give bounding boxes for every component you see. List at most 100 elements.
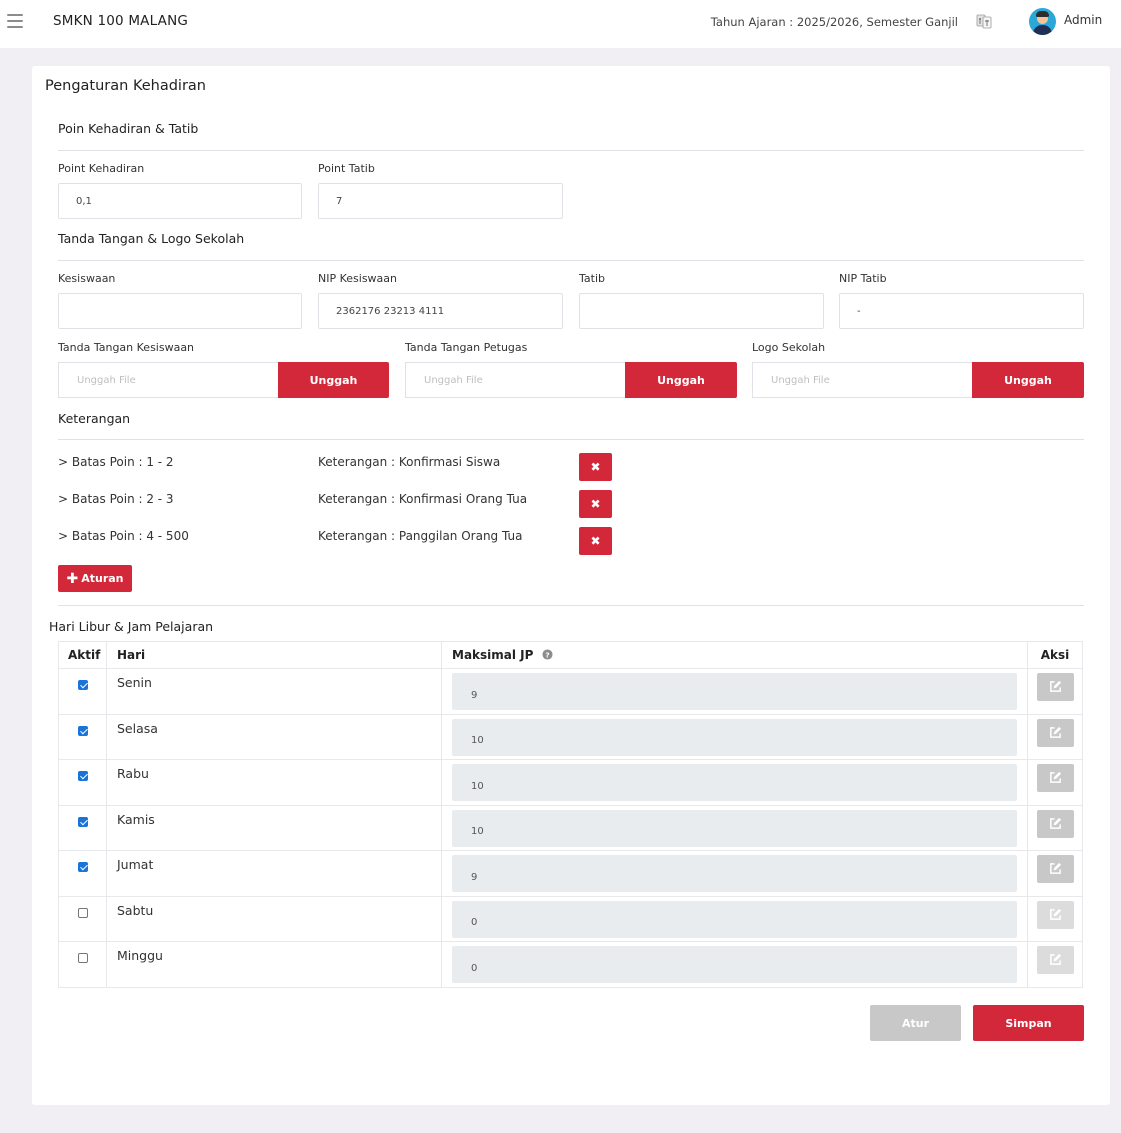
file-input[interactable]: Unggah File [405, 362, 625, 398]
maksimal-jp-input[interactable]: 10 [452, 809, 1017, 847]
maksimal-jp-input[interactable]: 9 [452, 673, 1017, 710]
rule-keterangan: Keterangan : Konfirmasi Orang Tua [318, 492, 528, 506]
aktif-checkbox[interactable] [77, 771, 88, 781]
delete-rule-button[interactable]: ✖ [579, 527, 612, 555]
edit-button[interactable] [1036, 900, 1074, 929]
file-input[interactable]: Unggah File [752, 362, 972, 398]
label-nip-tatib: NIP Tatib [839, 272, 887, 285]
simpan-button[interactable]: Simpan [973, 1005, 1084, 1041]
delete-rule-button[interactable]: ✖ [579, 490, 612, 518]
edit-icon [1049, 817, 1061, 829]
edit-icon [1049, 908, 1061, 920]
aktif-cell [58, 895, 107, 942]
maksimal-jp-input[interactable]: 0 [452, 946, 1017, 983]
plus-icon: ✚ [66, 570, 79, 587]
language-icon[interactable] [976, 13, 992, 29]
schedule-table: Aktif Hari Maksimal JP ? Aksi Senin 9 Sela… [58, 641, 1083, 988]
rule-batas: > Batas Poin : 4 - 500 [58, 529, 189, 543]
label-upload-logo: Logo Sekolah [752, 341, 826, 354]
user-name[interactable]: Admin [1064, 13, 1102, 27]
label-point-tatib: Point Tatib [318, 162, 375, 175]
aksi-cell [1027, 941, 1083, 988]
divider [58, 150, 1084, 151]
nip-kesiswaan-input[interactable] [318, 293, 563, 329]
divider [58, 260, 1084, 261]
upload-button[interactable]: Unggah [625, 362, 737, 398]
kesiswaan-input[interactable] [58, 293, 302, 329]
top-bar: SMKN 100 MALANG Tahun Ajaran : 2025/2026… [0, 0, 1121, 48]
table-row: Selasa 10 [58, 713, 1083, 760]
edit-icon [1049, 680, 1061, 692]
point-tatib-input[interactable] [318, 183, 563, 219]
hari-cell: Senin [106, 668, 442, 715]
maksimal-jp-input[interactable]: 10 [452, 718, 1017, 756]
aksi-cell [1027, 668, 1083, 715]
edit-button[interactable] [1036, 809, 1074, 838]
hari-cell: Sabtu [106, 895, 442, 942]
file-input[interactable]: Unggah File [58, 362, 278, 398]
hari-cell: Rabu [106, 759, 442, 806]
jp-cell: 10 [441, 713, 1028, 760]
point-kehadiran-input[interactable] [58, 183, 302, 219]
maksimal-jp-input[interactable]: 9 [452, 855, 1017, 892]
column-header-hari: Hari [106, 641, 442, 669]
edit-button[interactable] [1036, 718, 1074, 747]
section-title-points: Poin Kehadiran & Tatib [58, 121, 199, 136]
edit-button[interactable] [1036, 855, 1074, 883]
user-avatar[interactable] [1029, 8, 1056, 35]
table-row: Rabu 10 [58, 759, 1083, 806]
aktif-checkbox[interactable] [77, 862, 88, 872]
times-icon: ✖ [590, 534, 601, 548]
aktif-checkbox[interactable] [77, 725, 88, 736]
edit-icon [1049, 771, 1061, 783]
label-upload-ttd-kesiswaan: Tanda Tangan Kesiswaan [58, 341, 195, 354]
aktif-checkbox[interactable] [77, 680, 88, 690]
jp-cell: 10 [441, 804, 1028, 851]
aktif-cell [58, 713, 107, 760]
label-point-kehadiran: Point Kehadiran [58, 162, 145, 175]
nip-tatib-input[interactable] [839, 293, 1084, 329]
edit-button[interactable] [1036, 764, 1074, 792]
edit-icon [1049, 862, 1061, 874]
column-header-maksimal-jp-label: Maksimal JP [452, 648, 534, 662]
aktif-checkbox[interactable] [77, 953, 88, 963]
aktif-cell [58, 804, 107, 851]
section-title-signature: Tanda Tangan & Logo Sekolah [58, 231, 245, 246]
maksimal-jp-input[interactable]: 10 [452, 764, 1017, 801]
edit-button[interactable] [1036, 673, 1074, 701]
delete-rule-button[interactable]: ✖ [579, 453, 612, 481]
upload-ttd-kesiswaan: Unggah File Unggah [58, 362, 389, 398]
hari-cell: Selasa [106, 713, 442, 760]
upload-button[interactable]: Unggah [972, 362, 1084, 398]
edit-button[interactable] [1036, 946, 1074, 974]
question-circle-icon[interactable]: ? [542, 649, 553, 660]
table-row: Jumat 9 [58, 850, 1083, 897]
aktif-checkbox[interactable] [77, 816, 88, 827]
aktif-cell [58, 668, 107, 715]
upload-ttd-petugas: Unggah File Unggah [405, 362, 737, 398]
edit-icon [1049, 726, 1061, 738]
rule-batas: > Batas Poin : 2 - 3 [58, 492, 174, 506]
add-rule-label: Aturan [81, 572, 124, 585]
school-name: SMKN 100 MALANG [53, 13, 189, 29]
upload-button[interactable]: Unggah [278, 362, 389, 398]
add-rule-button[interactable]: ✚ Aturan [58, 565, 132, 592]
tatib-input[interactable] [579, 293, 824, 329]
maksimal-jp-input[interactable]: 0 [452, 900, 1017, 938]
label-nip-kesiswaan: NIP Kesiswaan [318, 272, 398, 285]
atur-button[interactable]: Atur [870, 1005, 961, 1041]
aktif-cell [58, 759, 107, 806]
upload-logo-sekolah: Unggah File Unggah [752, 362, 1084, 398]
aksi-cell [1027, 804, 1083, 851]
jp-cell: 9 [441, 668, 1028, 715]
aktif-cell [58, 941, 107, 988]
label-kesiswaan: Kesiswaan [58, 272, 116, 285]
hamburger-menu-icon[interactable] [7, 14, 23, 28]
aktif-checkbox[interactable] [77, 907, 88, 918]
table-row: Minggu 0 [58, 941, 1083, 988]
aksi-cell [1027, 759, 1083, 806]
label-tatib: Tatib [579, 272, 605, 285]
section-title-schedule: Hari Libur & Jam Pelajaran [49, 619, 214, 634]
academic-year-info: Tahun Ajaran : 2025/2026, Semester Ganji… [710, 15, 958, 29]
hari-cell: Jumat [106, 850, 442, 897]
